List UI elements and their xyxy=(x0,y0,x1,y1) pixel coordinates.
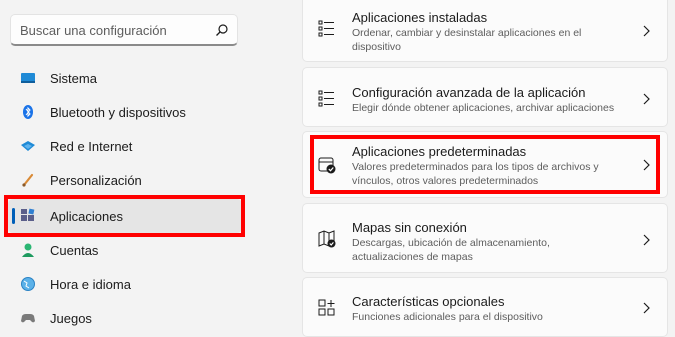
sidebar-item-juegos[interactable]: Juegos xyxy=(8,301,242,335)
sidebar-item-label: Juegos xyxy=(50,310,92,326)
card-description: Ordenar, cambiar y desinstalar aplicacio… xyxy=(352,27,582,53)
sidebar-item-red[interactable]: Red e Internet xyxy=(8,129,242,163)
chevron-right-icon xyxy=(643,93,650,105)
sidebar-item-hora[interactable]: Hora e idioma xyxy=(8,267,242,301)
card-aplicaciones-instaladas[interactable]: Aplicaciones instaladas Ordenar, cambiar… xyxy=(302,0,668,62)
sidebar-item-label: Bluetooth y dispositivos xyxy=(50,104,186,120)
card-description: Descargas, ubicación de almacenamiento, … xyxy=(352,237,550,263)
advanced-apps-icon xyxy=(318,90,334,107)
card-title: Mapas sin conexión xyxy=(352,220,467,235)
sidebar-item-label: Hora e idioma xyxy=(50,276,131,292)
sidebar-item-bluetooth[interactable]: Bluetooth y dispositivos xyxy=(8,95,242,129)
card-configuracion-avanzada[interactable]: Configuración avanzada de la aplicación … xyxy=(302,67,668,127)
card-description: Elegir dónde obtener aplicaciones, archi… xyxy=(352,102,615,114)
gamepad-icon xyxy=(20,310,36,326)
selection-indicator xyxy=(12,208,15,224)
sidebar-item-personalizacion[interactable]: Personalización xyxy=(8,163,242,197)
globe-icon xyxy=(20,276,36,292)
brush-icon xyxy=(20,172,36,188)
card-caracteristicas-opcionales[interactable]: Características opcionales Funciones adi… xyxy=(302,277,668,337)
card-title: Aplicaciones predeterminadas xyxy=(352,144,527,159)
installed-apps-icon xyxy=(318,20,334,37)
offline-maps-icon xyxy=(318,230,336,248)
chevron-right-icon xyxy=(643,234,650,246)
sidebar-item-aplicaciones[interactable]: Aplicaciones xyxy=(8,199,242,233)
bluetooth-icon xyxy=(20,104,36,120)
sidebar-nav: Sistema Bluetooth y dispositivos Red e I… xyxy=(0,0,250,332)
card-title: Configuración avanzada de la aplicación xyxy=(352,85,586,100)
card-title: Aplicaciones instaladas xyxy=(352,10,488,25)
sidebar-item-label: Cuentas xyxy=(50,242,99,258)
accounts-icon xyxy=(20,242,36,258)
sidebar-item-label: Sistema xyxy=(50,70,97,86)
optional-features-icon xyxy=(318,299,335,316)
sidebar-item-cuentas[interactable]: Cuentas xyxy=(8,233,242,267)
system-icon xyxy=(20,70,36,86)
card-aplicaciones-predeterminadas[interactable]: Aplicaciones predeterminadas Valores pre… xyxy=(302,131,668,198)
card-description: Valores predeterminados para los tipos d… xyxy=(352,161,599,187)
chevron-right-icon xyxy=(643,302,650,314)
default-apps-icon xyxy=(318,157,336,174)
chevron-right-icon xyxy=(643,25,650,37)
sidebar-item-label: Red e Internet xyxy=(50,138,133,154)
network-icon xyxy=(20,138,36,154)
sidebar-item-label: Personalización xyxy=(50,172,142,188)
apps-icon xyxy=(20,208,36,224)
chevron-right-icon xyxy=(643,159,650,171)
card-mapas-sin-conexion[interactable]: Mapas sin conexión Descargas, ubicación … xyxy=(302,203,668,273)
card-description: Funciones adicionales para el dispositiv… xyxy=(352,311,543,323)
sidebar-item-label: Aplicaciones xyxy=(50,208,123,224)
card-title: Características opcionales xyxy=(352,294,505,309)
sidebar-item-sistema[interactable]: Sistema xyxy=(8,61,242,95)
